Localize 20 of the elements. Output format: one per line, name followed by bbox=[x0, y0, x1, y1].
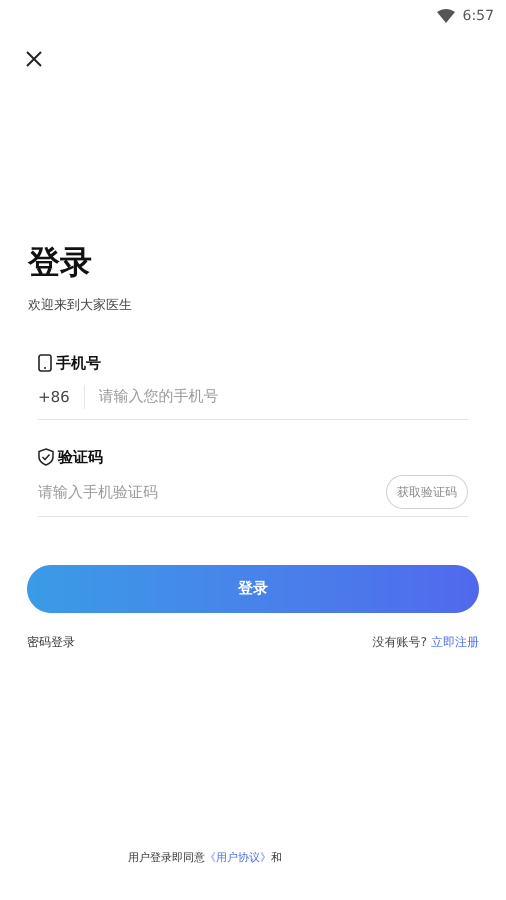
register-link[interactable]: 立即注册 bbox=[431, 632, 479, 650]
country-code[interactable]: +86 bbox=[38, 384, 85, 408]
password-login-link[interactable]: 密码登录 bbox=[27, 632, 75, 650]
agreement-text: 用户登录即同意 bbox=[128, 850, 205, 866]
shield-check-icon bbox=[38, 448, 54, 466]
field-label: 手机号 bbox=[56, 352, 101, 374]
login-button[interactable]: 登录 bbox=[27, 564, 479, 612]
user-agreement-link[interactable]: 《用户协议》 bbox=[205, 850, 271, 866]
close-button[interactable] bbox=[25, 50, 43, 68]
phone-input-field[interactable]: 请输入您的手机号 bbox=[98, 385, 468, 408]
status-time: 6:57 bbox=[462, 6, 494, 26]
register-prompt: 没有账号? bbox=[372, 634, 427, 650]
field-label: 验证码 bbox=[58, 447, 103, 468]
code-input-field[interactable]: 请输入手机验证码 bbox=[38, 480, 386, 504]
subtitle: 欢迎来到大家医生 bbox=[28, 297, 133, 315]
agreement-text: 和 bbox=[271, 850, 282, 866]
phone-icon bbox=[38, 354, 52, 372]
get-code-button[interactable]: 获取验证码 bbox=[386, 475, 468, 509]
wifi-icon bbox=[436, 9, 455, 23]
page-title: 登录 bbox=[28, 242, 93, 282]
